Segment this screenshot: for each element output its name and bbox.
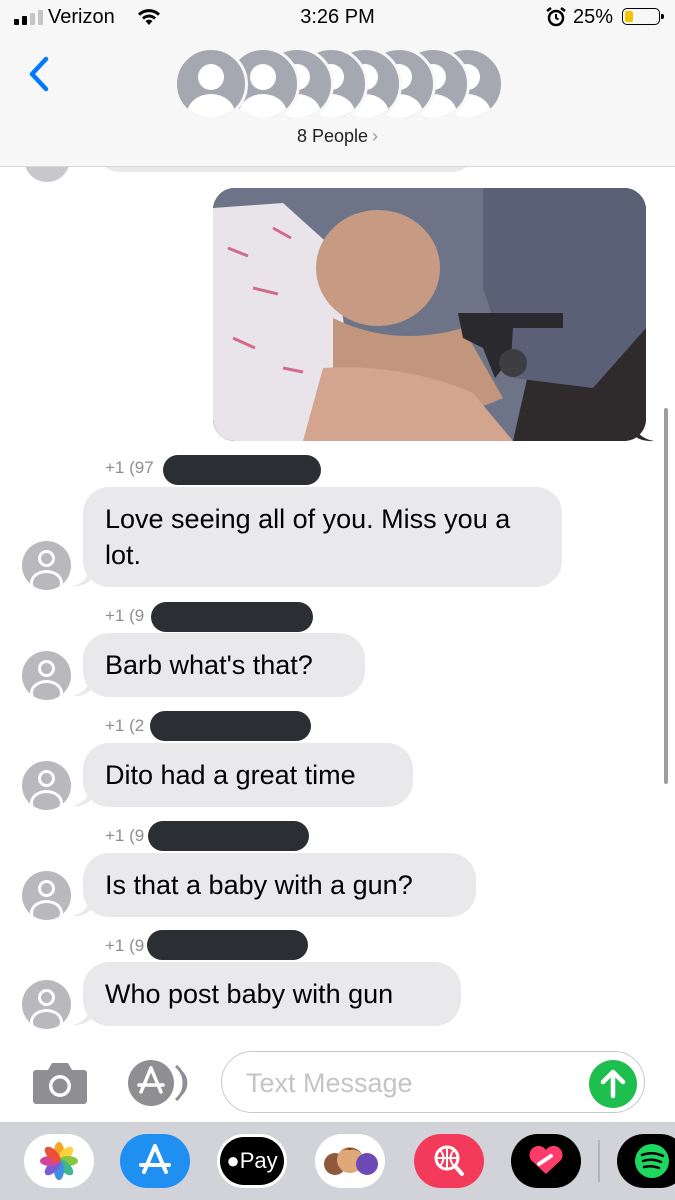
- contact-avatar[interactable]: [22, 761, 71, 810]
- redaction-bar: [151, 602, 313, 632]
- redaction-bar: [148, 821, 309, 851]
- bubble-tail: [632, 420, 654, 447]
- conversation-header: Verizon 3:26 PM 25% 8 People ›: [0, 0, 675, 167]
- contact-avatar[interactable]: [22, 980, 71, 1029]
- camera-icon[interactable]: [32, 1060, 88, 1109]
- message-bubble[interactable]: Barb what's that?: [83, 633, 365, 697]
- message-sender: +1 (9: [105, 936, 145, 955]
- app-store-icon[interactable]: [120, 1134, 190, 1188]
- bubble-tail: [72, 785, 92, 807]
- battery-icon: [622, 8, 664, 25]
- photos-icon[interactable]: [24, 1134, 94, 1188]
- drawer-divider: [598, 1140, 600, 1182]
- message-sender: +1 (9: [105, 826, 145, 845]
- chevron-right-icon: ›: [372, 126, 379, 146]
- person-icon: [174, 47, 248, 121]
- message-bubble[interactable]: Is that a baby with a gun?: [83, 853, 476, 917]
- message-sender: +1 (97: [105, 458, 154, 477]
- bubble-tail: [72, 565, 92, 587]
- web-search-icon[interactable]: [414, 1134, 484, 1188]
- message-sender: +1 (2: [105, 716, 145, 735]
- app-store-icon[interactable]: [126, 1058, 190, 1113]
- battery-percent: 25%: [573, 6, 614, 28]
- message-input[interactable]: [244, 1064, 588, 1102]
- bubble-tail: [72, 895, 92, 917]
- message-sender: +1 (9: [105, 606, 145, 625]
- redaction-bar: [163, 455, 321, 485]
- sent-photo[interactable]: [213, 188, 646, 441]
- scroll-indicator[interactable]: [664, 408, 668, 784]
- apple-pay-icon[interactable]: ●Pay: [217, 1134, 287, 1188]
- digital-touch-icon[interactable]: [511, 1134, 581, 1188]
- message-bubble[interactable]: Dito had a great time: [83, 743, 413, 807]
- bubble-tail: [72, 675, 92, 697]
- contact-avatar[interactable]: [22, 651, 71, 700]
- message-bubble[interactable]: Love seeing all of you. Miss you a lot.: [83, 487, 562, 587]
- status-bar: Verizon 3:26 PM 25%: [0, 0, 675, 36]
- redaction-bar: [150, 711, 311, 741]
- bubble-tail: [72, 1004, 92, 1026]
- spotify-icon[interactable]: [617, 1134, 675, 1188]
- send-arrow-icon[interactable]: [589, 1060, 637, 1108]
- alarm-icon: [545, 6, 567, 34]
- memoji-icon[interactable]: [315, 1134, 385, 1188]
- back-chevron-icon[interactable]: [26, 55, 52, 98]
- redaction-bar: [147, 930, 308, 960]
- contact-avatar[interactable]: [22, 871, 71, 920]
- message-text-field[interactable]: [221, 1051, 645, 1113]
- message-bubble[interactable]: Who post baby with gun: [83, 962, 461, 1026]
- people-count: 8 People: [296, 126, 369, 146]
- group-members-link[interactable]: 8 People ›: [0, 126, 675, 147]
- apple-logo-icon: ●: [226, 1148, 240, 1173]
- contact-avatar[interactable]: [22, 541, 71, 590]
- apple-pay-label: Pay: [239, 1148, 278, 1173]
- group-avatars[interactable]: [174, 47, 504, 121]
